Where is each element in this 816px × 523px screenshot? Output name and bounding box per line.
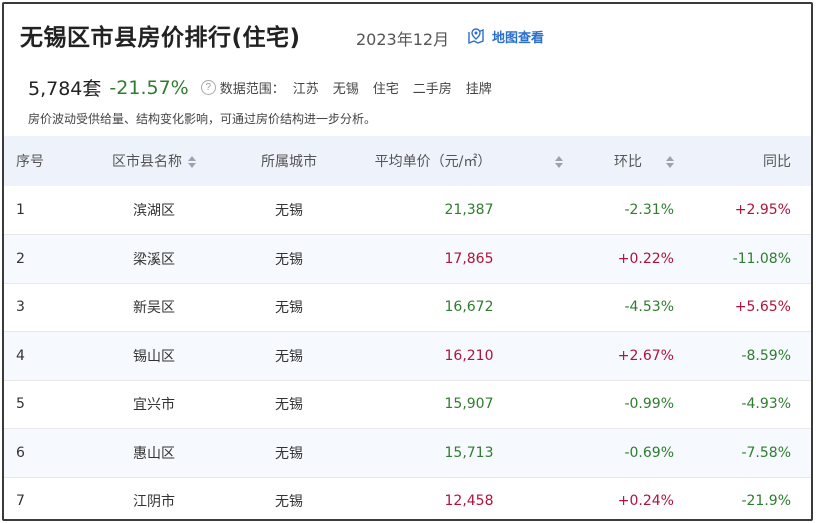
sort-icon[interactable]	[188, 156, 196, 168]
panel-header: 无锡区市县房价排行(住宅) 2023年12月 地图查看 5,784套 -21.5…	[4, 4, 811, 136]
col-index: 序号	[16, 154, 44, 170]
row-index: 6	[16, 444, 25, 461]
row-yoy: -11.08%	[732, 250, 791, 267]
row-index: 5	[16, 396, 25, 413]
row-index: 1	[16, 202, 25, 218]
table-row[interactable]: 1 滨湖区 无锡 21,387 -2.31% +2.95%	[4, 186, 811, 235]
row-district: 江阴市	[133, 494, 175, 511]
ranking-table: 序号 区市县名称 所属城市 平均单价（元/㎡） 环比 同比 1 滨湖区 无锡 21,3…	[4, 136, 811, 519]
col-price[interactable]: 平均单价（元/㎡）	[344, 136, 594, 186]
row-yoy: -8.59%	[741, 347, 791, 364]
row-district: 梁溪区	[133, 251, 175, 268]
table-row[interactable]: 5 宜兴市 无锡 15,907 -0.99% -4.93%	[4, 380, 811, 429]
row-price: 16,672	[444, 299, 494, 316]
row-price: 12,458	[444, 493, 494, 510]
col-mom[interactable]: 环比	[594, 136, 674, 186]
table-row[interactable]: 3 新吴区 无锡 16,672 -4.53% +5.65%	[4, 283, 811, 332]
table-row[interactable]: 2 梁溪区 无锡 17,865 +0.22% -11.08%	[4, 234, 811, 283]
table-header-row: 序号 区市县名称 所属城市 平均单价（元/㎡） 环比 同比	[4, 136, 811, 186]
row-yoy: -4.93%	[741, 396, 791, 413]
stats-row: 5,784套 -21.57% ? 数据范围： 江苏 无锡 住宅 二手房 挂牌	[28, 74, 492, 101]
table-row[interactable]: 4 锡山区 无锡 16,210 +2.67% -8.59%	[4, 331, 811, 380]
col-city: 所属城市	[261, 154, 317, 170]
table-row[interactable]: 7 江阴市 无锡 12,458 +0.24% -21.9%	[4, 477, 811, 519]
scope-province: 江苏	[292, 82, 319, 97]
row-price: 17,865	[444, 250, 494, 267]
row-city: 无锡	[275, 494, 303, 511]
help-icon[interactable]: ?	[200, 80, 216, 95]
listing-count: 5,784套	[28, 78, 102, 100]
col-yoy: 同比	[763, 154, 791, 170]
sort-icon[interactable]	[555, 156, 564, 168]
row-city: 无锡	[275, 348, 303, 365]
row-city: 无锡	[275, 300, 303, 317]
scope-label: 数据范围：	[219, 82, 285, 97]
scope-city: 无锡	[332, 82, 359, 97]
row-index: 3	[16, 299, 25, 316]
row-mom: -0.99%	[624, 396, 674, 413]
date-label: 2023年12月	[356, 30, 450, 49]
ranking-panel: 无锡区市县房价排行(住宅) 2023年12月 地图查看 5,784套 -21.5…	[2, 2, 813, 521]
sort-icon[interactable]	[666, 156, 674, 168]
row-index: 2	[16, 250, 25, 267]
row-mom: -2.31%	[624, 202, 674, 218]
row-city: 无锡	[275, 251, 303, 268]
scope-market: 二手房	[412, 82, 452, 97]
row-price: 15,713	[444, 444, 494, 461]
row-city: 无锡	[275, 397, 303, 414]
row-yoy: -21.9%	[741, 493, 791, 510]
row-district: 宜兴市	[133, 397, 175, 414]
row-yoy: -7.58%	[741, 444, 791, 461]
row-district: 惠山区	[133, 445, 175, 462]
page-title: 无锡区市县房价排行(住宅)	[20, 25, 301, 51]
listing-change: -21.57%	[109, 76, 189, 99]
row-price: 21,387	[444, 202, 494, 218]
scope-type: 住宅	[372, 82, 399, 97]
row-mom: +0.24%	[617, 493, 674, 510]
row-mom: -4.53%	[624, 299, 674, 316]
map-pin-icon	[468, 28, 484, 45]
row-city: 无锡	[275, 445, 303, 462]
row-district: 锡山区	[133, 348, 175, 365]
row-district: 新吴区	[133, 300, 175, 317]
row-district: 滨湖区	[133, 203, 175, 219]
row-mom: -0.69%	[624, 444, 674, 461]
row-city: 无锡	[275, 203, 303, 219]
col-district[interactable]: 区市县名称	[74, 136, 234, 186]
row-price: 15,907	[444, 396, 494, 413]
scope-source: 挂牌	[465, 82, 492, 97]
table-row[interactable]: 6 惠山区 无锡 15,713 -0.69% -7.58%	[4, 428, 811, 477]
row-yoy: +5.65%	[734, 299, 791, 316]
map-view-link[interactable]: 地图查看	[466, 26, 544, 46]
row-price: 16,210	[444, 347, 494, 364]
row-mom: +2.67%	[617, 347, 674, 364]
row-index: 4	[16, 347, 25, 364]
map-view-label: 地图查看	[492, 30, 545, 46]
row-index: 7	[16, 493, 25, 510]
note-text: 房价波动受供给量、结构变化影响，可通过房价结构进一步分析。	[28, 112, 377, 126]
row-yoy: +2.95%	[734, 202, 791, 218]
row-mom: +0.22%	[617, 250, 674, 267]
